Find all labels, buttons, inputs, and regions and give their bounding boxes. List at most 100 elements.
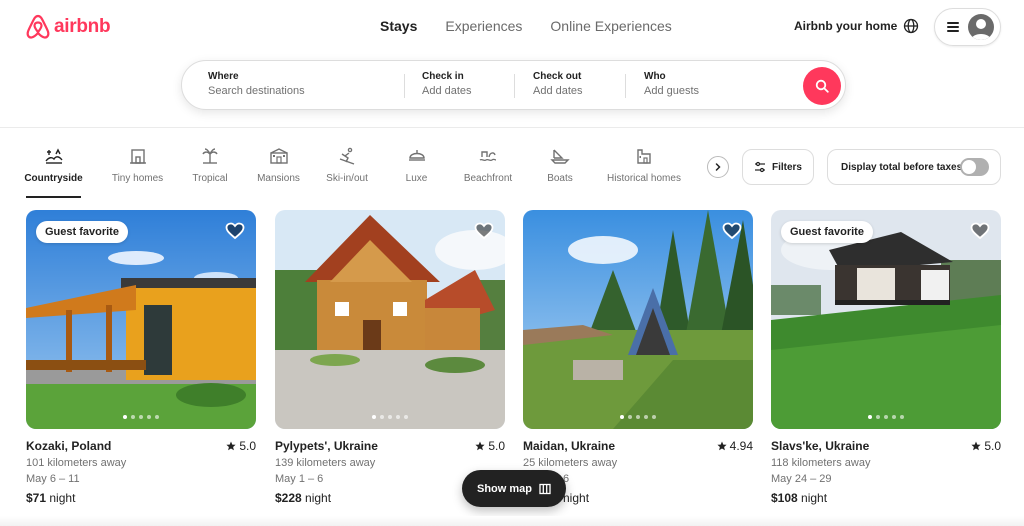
price-amount: $228 <box>275 491 302 505</box>
listing-card[interactable]: Guest favorite Slavs'ke, Ukraine 5.0 118… <box>771 210 1001 505</box>
check-out-input[interactable]: Add dates <box>533 85 625 97</box>
search-where[interactable]: Where Search destinations <box>182 61 404 111</box>
sliders-icon <box>754 161 765 173</box>
chevron-right-icon <box>715 163 721 171</box>
price-unit: night <box>563 491 590 505</box>
mansion-icon <box>269 148 288 164</box>
photo-pagination <box>523 415 753 419</box>
luxe-icon <box>408 150 425 161</box>
who-input[interactable]: Add guests <box>644 85 795 97</box>
nav-tabs: Stays Experiences Online Experiences <box>380 18 672 34</box>
guest-favorite-badge: Guest favorite <box>36 221 128 243</box>
category-mansions[interactable]: Mansions <box>257 144 300 198</box>
category-historical-homes[interactable]: Historical homes <box>607 144 681 198</box>
check-in-input[interactable]: Add dates <box>422 85 514 97</box>
category-label: Beachfront <box>463 173 513 184</box>
brand-name: airbnb <box>54 16 111 37</box>
photo-pagination <box>771 415 1001 419</box>
airbnb-logo-icon <box>26 14 50 39</box>
listing-rating: 5.0 <box>475 439 505 453</box>
heart-icon[interactable] <box>225 221 245 241</box>
category-ski-in-out[interactable]: Ski-in/out <box>325 144 369 198</box>
heart-icon[interactable] <box>474 221 494 241</box>
filters-button[interactable]: Filters <box>742 149 814 185</box>
tiny-home-icon <box>129 149 146 164</box>
display-total-toggle[interactable]: Display total before taxes <box>827 149 1001 185</box>
countryside-icon <box>44 148 63 164</box>
show-map-button[interactable]: Show map <box>462 470 566 507</box>
search-icon <box>815 79 829 93</box>
search-button[interactable] <box>803 67 841 105</box>
where-input[interactable]: Search destinations <box>208 85 404 97</box>
display-total-label: Display total before taxes <box>841 161 963 173</box>
listing-price: $71 night <box>26 491 256 505</box>
listing-card[interactable]: Guest favorite Kozaki, Poland 5.0 101 ki… <box>26 210 256 505</box>
category-countryside[interactable]: Countryside <box>24 144 83 198</box>
category-tropical[interactable]: Tropical <box>192 144 228 198</box>
check-in-label: Check in <box>422 71 464 82</box>
price-unit: night <box>49 491 76 505</box>
globe-icon[interactable] <box>903 18 919 34</box>
listing-price: $108 night <box>771 491 1001 505</box>
listing-rating: 5.0 <box>971 439 1001 453</box>
price-unit: night <box>801 491 828 505</box>
listing-photo[interactable]: Guest favorite <box>771 210 1001 429</box>
who-label: Who <box>644 71 666 82</box>
airbnb-logo[interactable]: airbnb <box>26 14 111 40</box>
category-label: Tiny homes <box>111 173 164 184</box>
profile-menu-button[interactable] <box>934 8 1001 46</box>
listing-photo[interactable] <box>275 210 505 429</box>
listing-card[interactable]: Maidan, Ukraine 4.94 25 kilometers away … <box>523 210 753 505</box>
category-label: Mansions <box>257 173 300 184</box>
price-amount: $71 <box>26 491 47 505</box>
search-bar: Where Search destinations Check in Add d… <box>181 60 846 110</box>
listing-title: Slavs'ke, Ukraine <box>771 439 870 453</box>
listing-photo[interactable]: Guest favorite <box>26 210 256 429</box>
listing-info: Kozaki, Poland 5.0 101 kilometers away M… <box>26 439 256 505</box>
category-tiny-homes[interactable]: Tiny homes <box>112 144 163 198</box>
listing-title: Pylypets', Ukraine <box>275 439 378 453</box>
listing-distance: 25 kilometers away <box>523 457 618 469</box>
historical-home-icon <box>637 149 651 164</box>
category-label: Countryside <box>24 173 83 184</box>
star-icon <box>971 441 981 451</box>
boat-icon <box>550 149 570 164</box>
star-icon <box>226 441 236 451</box>
heart-icon[interactable] <box>970 221 990 241</box>
skier-icon <box>339 147 355 165</box>
categories-next-button[interactable] <box>707 156 729 178</box>
avatar <box>968 14 994 40</box>
listing-info: Slavs'ke, Ukraine 5.0 118 kilometers awa… <box>771 439 1001 505</box>
star-icon <box>475 441 485 451</box>
where-label: Where <box>208 71 239 82</box>
tab-online-experiences[interactable]: Online Experiences <box>550 18 671 34</box>
listing-card[interactable]: Pylypets', Ukraine 5.0 139 kilometers aw… <box>275 210 505 505</box>
heart-icon[interactable] <box>722 221 742 241</box>
menu-icon <box>947 22 959 32</box>
tab-experiences[interactable]: Experiences <box>445 18 522 34</box>
rating-value: 5.0 <box>488 439 505 453</box>
toggle-switch[interactable] <box>960 158 989 176</box>
show-map-label: Show map <box>476 482 532 495</box>
rating-value: 5.0 <box>984 439 1001 453</box>
category-label: Historical homes <box>607 173 681 184</box>
filters-label: Filters <box>771 161 802 173</box>
map-icon <box>539 483 551 494</box>
tab-stays[interactable]: Stays <box>380 18 417 34</box>
rating-value: 4.94 <box>729 439 753 453</box>
category-luxe[interactable]: Luxe <box>405 144 428 198</box>
guest-favorite-badge: Guest favorite <box>781 221 873 243</box>
category-boats[interactable]: Boats <box>547 144 573 198</box>
listing-rating: 5.0 <box>226 439 256 453</box>
photo-pagination <box>275 415 505 419</box>
search-who[interactable]: Who Add guests <box>625 61 795 111</box>
search-check-in[interactable]: Check in Add dates <box>404 61 514 111</box>
airbnb-your-home-link[interactable]: Airbnb your home <box>794 19 897 33</box>
category-label: Tropical <box>192 173 228 184</box>
listing-photo[interactable] <box>523 210 753 429</box>
category-beachfront[interactable]: Beachfront <box>463 144 513 198</box>
search-check-out[interactable]: Check out Add dates <box>514 61 625 111</box>
listing-dates: May 6 – 11 <box>26 473 80 485</box>
user-icon <box>971 19 991 40</box>
listing-photo-image <box>523 210 753 429</box>
